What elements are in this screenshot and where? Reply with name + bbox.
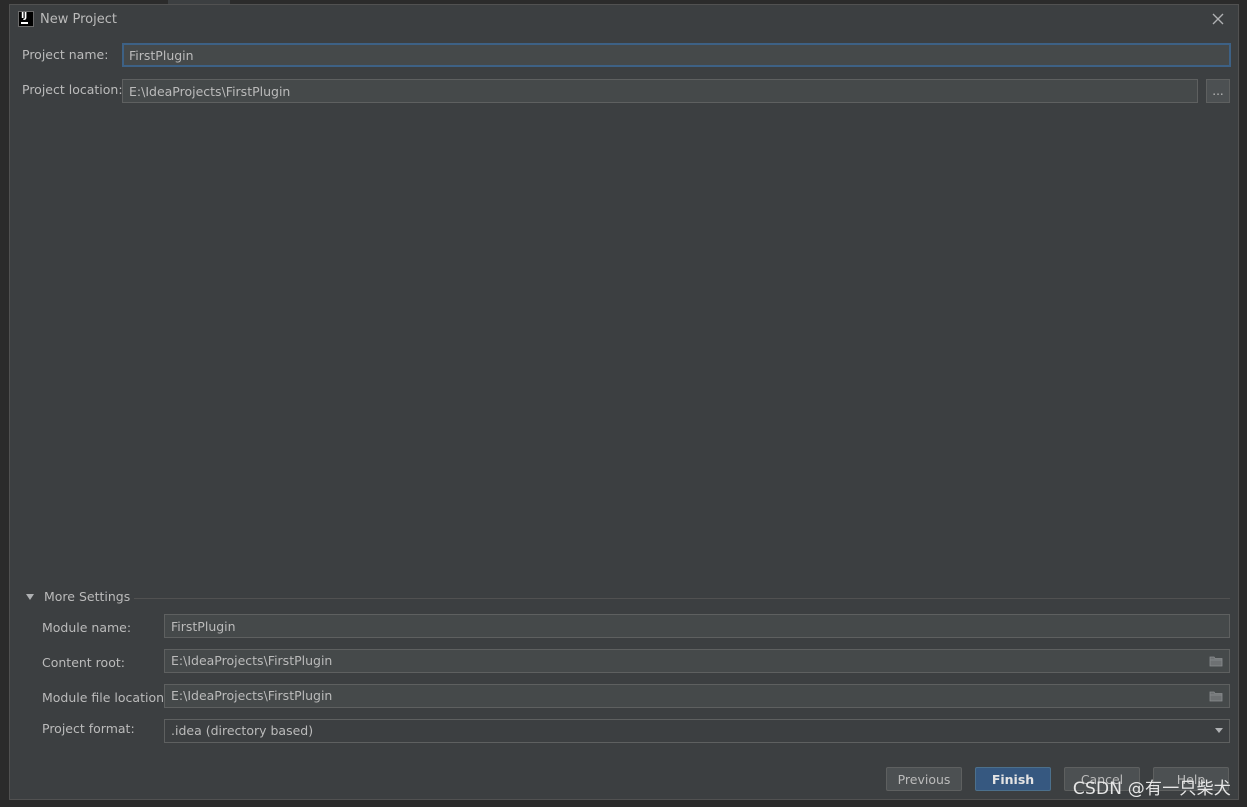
finish-button[interactable]: Finish bbox=[975, 767, 1051, 791]
project-name-input[interactable] bbox=[122, 43, 1231, 67]
expand-triangle-icon bbox=[26, 593, 34, 600]
browse-location-button[interactable]: ... bbox=[1206, 79, 1230, 103]
csdn-watermark: CSDN @有一只柴犬 bbox=[1072, 779, 1231, 799]
intellij-app-icon: IJ bbox=[18, 11, 34, 27]
folder-icon[interactable] bbox=[1209, 690, 1223, 702]
module-name-input[interactable] bbox=[164, 614, 1230, 638]
more-settings-toggle[interactable]: More Settings bbox=[24, 589, 130, 604]
previous-button[interactable]: Previous bbox=[886, 767, 962, 791]
dialog-titlebar: IJ New Project bbox=[10, 5, 1238, 33]
chevron-down-icon bbox=[1215, 728, 1223, 733]
module-file-location-value: E:\IdeaProjects\FirstPlugin bbox=[171, 688, 333, 703]
project-location-input[interactable] bbox=[122, 79, 1198, 103]
folder-icon[interactable] bbox=[1209, 655, 1223, 667]
project-name-label: Project name: bbox=[22, 47, 109, 62]
module-file-location-input[interactable]: E:\IdeaProjects\FirstPlugin bbox=[164, 684, 1230, 708]
more-settings-label: More Settings bbox=[44, 589, 131, 604]
content-root-input[interactable]: E:\IdeaProjects\FirstPlugin bbox=[164, 649, 1230, 673]
project-format-value: .idea (directory based) bbox=[171, 723, 314, 738]
project-format-select[interactable]: .idea (directory based) bbox=[164, 719, 1230, 743]
project-format-label: Project format: bbox=[42, 721, 135, 736]
module-name-label: Module name: bbox=[42, 620, 132, 635]
content-root-label: Content root: bbox=[42, 655, 125, 670]
dialog-title: New Project bbox=[40, 12, 117, 27]
module-file-location-label: Module file location: bbox=[42, 690, 169, 705]
new-project-dialog: IJ New Project Project name: Project loc… bbox=[9, 4, 1239, 800]
project-location-label: Project location: bbox=[22, 82, 123, 97]
content-root-value: E:\IdeaProjects\FirstPlugin bbox=[171, 653, 333, 668]
close-icon[interactable] bbox=[1208, 9, 1228, 29]
more-settings-divider bbox=[134, 598, 1230, 599]
